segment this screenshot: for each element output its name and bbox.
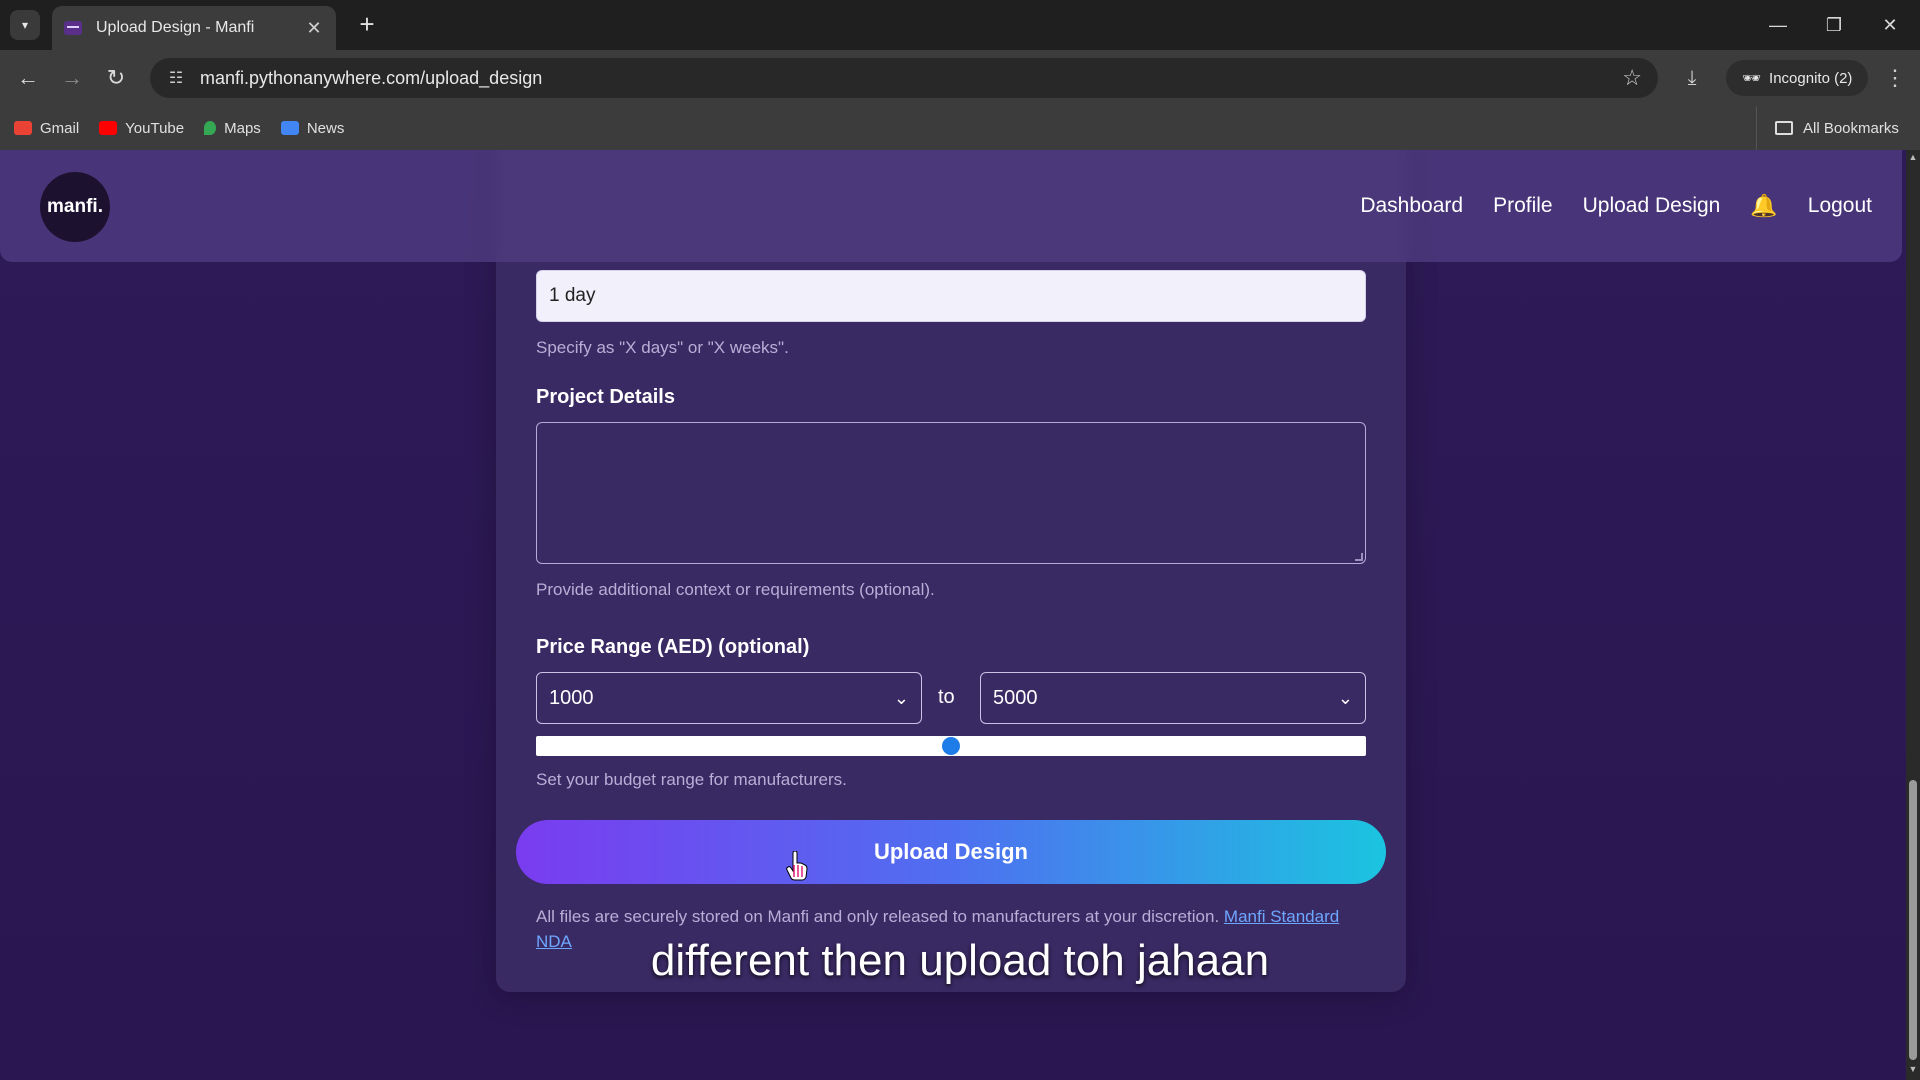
chevron-down-icon: ⌄	[893, 687, 909, 708]
price-min-value: 1000	[549, 686, 594, 709]
tab-search-icon[interactable]: ▾	[10, 10, 40, 40]
address-bar[interactable]: ☷ manfi.pythonanywhere.com/upload_design…	[150, 58, 1658, 98]
upload-design-button[interactable]: Upload Design	[516, 820, 1386, 884]
resize-handle-icon[interactable]	[1355, 553, 1363, 561]
notification-bell-icon[interactable]: 🔔	[1750, 193, 1777, 219]
browser-toolbar: ← → ↻ ☷ manfi.pythonanywhere.com/upload_…	[0, 50, 1920, 106]
site-navbar: manfi. Dashboard Profile Upload Design 🔔…	[0, 150, 1902, 262]
bookmark-youtube[interactable]: YouTube	[99, 120, 184, 137]
window-close-icon[interactable]: ✕	[1870, 10, 1910, 40]
browser-menu-icon[interactable]: ⋮	[1880, 62, 1910, 94]
bookmark-star-icon[interactable]: ☆	[1622, 65, 1642, 91]
site-settings-icon[interactable]: ☷	[156, 68, 196, 88]
minimize-icon[interactable]: —	[1758, 10, 1798, 40]
bookmark-label: Gmail	[40, 119, 80, 137]
maps-icon	[204, 121, 217, 135]
price-help-text: Set your budget range for manufacturers.	[536, 770, 847, 789]
scroll-thumb[interactable]	[1909, 780, 1917, 1060]
browser-tab-bar: ▾ Upload Design - Manfi ✕ + — ❐ ✕	[0, 0, 1920, 50]
bookmark-label: YouTube	[125, 119, 185, 137]
incognito-icon: 🕶	[1742, 70, 1762, 87]
scroll-up-icon[interactable]: ▲	[1906, 152, 1920, 166]
duration-help-text: Specify as "X days" or "X weeks".	[536, 338, 789, 357]
url-text[interactable]: manfi.pythonanywhere.com/upload_design	[200, 68, 1622, 89]
bookmark-maps[interactable]: Maps	[204, 120, 261, 137]
price-range-slider[interactable]	[536, 736, 1366, 756]
youtube-icon	[99, 121, 118, 135]
hand-cursor-icon	[786, 851, 808, 881]
folder-icon	[1775, 121, 1793, 135]
close-tab-icon[interactable]: ✕	[304, 18, 324, 39]
duration-input[interactable]: 1 day	[536, 270, 1366, 322]
legal-text: All files are securely stored on Manfi a…	[536, 907, 1220, 926]
bookmarks-bar: Gmail YouTube Maps News All Bookmarks	[0, 106, 1920, 150]
reload-icon[interactable]: ↻	[100, 62, 132, 94]
tab-title: Upload Design - Manfi	[96, 19, 255, 36]
forward-icon[interactable]: →	[56, 62, 88, 94]
new-tab-icon[interactable]: +	[352, 10, 382, 40]
gmail-icon	[14, 121, 32, 135]
bookmark-label: News	[306, 119, 345, 137]
incognito-label: Incognito (2)	[1769, 69, 1853, 87]
download-icon[interactable]: ⤓	[1676, 62, 1708, 94]
price-max-select[interactable]: 5000 ⌄	[980, 672, 1366, 724]
chevron-down-icon: ⌄	[1337, 687, 1353, 708]
nav-link-upload-design[interactable]: Upload Design	[1583, 194, 1721, 218]
incognito-badge[interactable]: 🕶 Incognito (2)	[1726, 60, 1869, 96]
restore-icon[interactable]: ❐	[1814, 10, 1854, 40]
manfi-favicon-icon	[64, 21, 82, 35]
price-min-select[interactable]: 1000 ⌄	[536, 672, 922, 724]
price-to-label: to	[938, 686, 955, 708]
video-caption: different then upload toh jahaan	[650, 936, 1270, 985]
project-details-textarea[interactable]	[536, 422, 1366, 564]
all-bookmarks-label: All Bookmarks	[1803, 119, 1899, 137]
project-details-label: Project Details	[536, 386, 675, 408]
price-range-label: Price Range (AED) (optional)	[536, 636, 810, 658]
nav-link-dashboard[interactable]: Dashboard	[1360, 194, 1463, 218]
nav-links: Dashboard Profile Upload Design 🔔 Logout	[1360, 150, 1872, 262]
project-details-help-text: Provide additional context or requiremen…	[536, 580, 935, 599]
all-bookmarks[interactable]: All Bookmarks	[1756, 106, 1899, 150]
price-max-value: 5000	[993, 686, 1038, 709]
bookmark-gmail[interactable]: Gmail	[14, 120, 79, 137]
news-icon	[280, 121, 299, 135]
scroll-down-icon[interactable]: ▼	[1906, 1064, 1920, 1078]
browser-tab[interactable]: Upload Design - Manfi ✕	[52, 6, 336, 50]
nav-link-logout[interactable]: Logout	[1808, 194, 1872, 218]
bookmark-news[interactable]: News	[280, 119, 345, 137]
back-icon[interactable]: ←	[12, 62, 44, 94]
manfi-logo[interactable]: manfi.	[40, 172, 110, 242]
nav-link-profile[interactable]: Profile	[1493, 194, 1553, 218]
bookmark-label: Maps	[224, 119, 261, 137]
page-viewport: manfi. Dashboard Profile Upload Design 🔔…	[0, 150, 1920, 1080]
slider-thumb[interactable]	[942, 737, 960, 755]
